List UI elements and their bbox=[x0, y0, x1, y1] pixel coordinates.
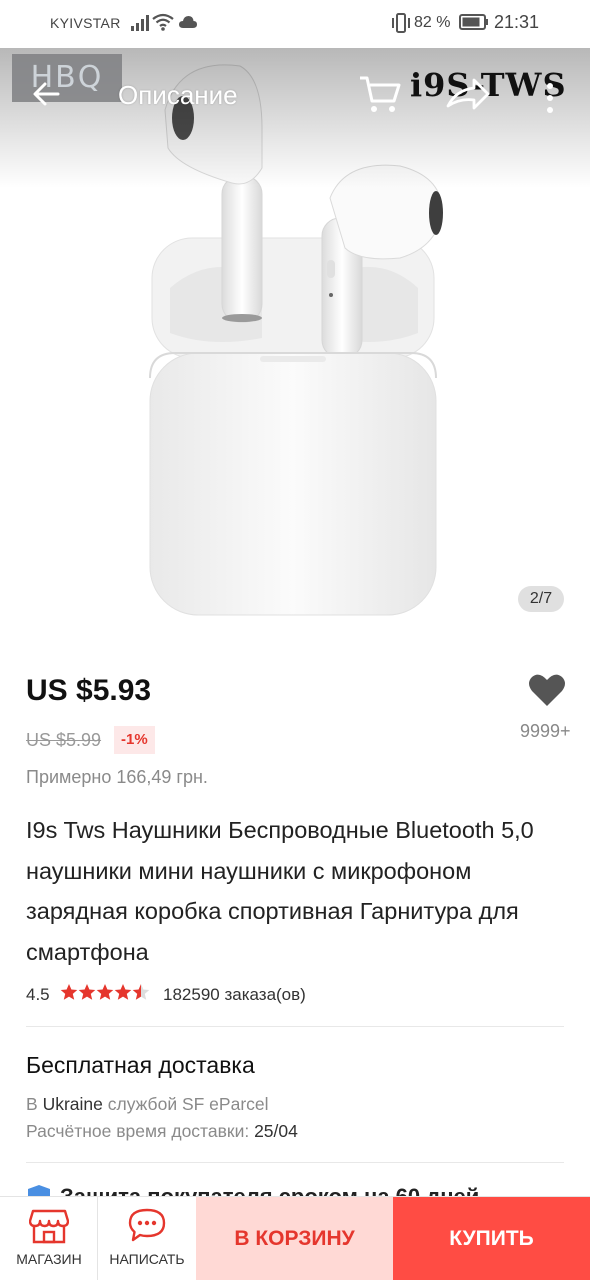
divider bbox=[26, 1162, 564, 1163]
star-icon bbox=[60, 984, 78, 1000]
cloud-icon bbox=[178, 14, 198, 34]
vibrate-icon bbox=[390, 12, 412, 38]
delivery-country: Ukraine bbox=[42, 1094, 103, 1114]
rating-stars bbox=[60, 983, 150, 1008]
store-button[interactable]: МАГАЗИН bbox=[0, 1197, 98, 1280]
store-icon bbox=[28, 1207, 70, 1245]
delivery-service: службой SF eParcel bbox=[107, 1094, 269, 1114]
delivery-estimate-label: Расчётное время доставки: bbox=[26, 1121, 250, 1141]
carrier-name: KYIVSTAR bbox=[50, 15, 121, 31]
delivery-method: В Ukraine службой SF eParcel bbox=[26, 1094, 269, 1115]
store-label: МАГАЗИН bbox=[16, 1251, 82, 1267]
rating-value: 4.5 bbox=[26, 985, 50, 1004]
bottom-action-bar: МАГАЗИН НАПИСАТЬ В КОРЗИНУ КУПИТЬ bbox=[0, 1196, 590, 1280]
heart-icon bbox=[529, 674, 565, 706]
chat-button[interactable]: НАПИСАТЬ bbox=[98, 1197, 196, 1280]
back-button[interactable] bbox=[28, 76, 64, 112]
cart-button[interactable] bbox=[358, 74, 402, 116]
price: US $5.93 bbox=[26, 674, 152, 707]
battery-percent: 82 % bbox=[414, 14, 451, 31]
delivery-title[interactable]: Бесплатная доставка bbox=[26, 1052, 255, 1079]
discount-badge: -1% bbox=[114, 726, 155, 754]
divider bbox=[26, 1026, 564, 1027]
delivery-estimate: Расчётное время доставки: 25/04 bbox=[26, 1121, 298, 1142]
page-indicator: 2/7 bbox=[518, 586, 564, 612]
share-button[interactable] bbox=[446, 76, 490, 116]
buy-now-button[interactable]: КУПИТЬ bbox=[393, 1197, 590, 1280]
delivery-prefix: В bbox=[26, 1094, 38, 1114]
wishlist-count: 9999+ bbox=[520, 721, 571, 741]
chat-icon bbox=[127, 1207, 167, 1245]
battery-icon bbox=[459, 14, 489, 34]
more-icon bbox=[547, 83, 553, 113]
wishlist-button[interactable] bbox=[528, 672, 566, 708]
clock: 21:31 bbox=[494, 12, 540, 32]
approx-price: Примерно 166,49 грн. bbox=[26, 767, 208, 787]
product-gallery[interactable]: HBQ i9S-TWS Описание 2/7 bbox=[0, 48, 590, 638]
add-to-cart-button[interactable]: В КОРЗИНУ bbox=[196, 1197, 393, 1280]
delivery-date: 25/04 bbox=[254, 1121, 298, 1141]
back-arrow-icon bbox=[33, 82, 60, 106]
status-bar: KYIVSTAR 82 % 21:31 bbox=[0, 0, 590, 48]
product-title: I9s Tws Наушники Беспроводные Bluetooth … bbox=[26, 817, 534, 965]
orders-count: 182590 заказа(ов) bbox=[163, 985, 306, 1004]
chat-label: НАПИСАТЬ bbox=[109, 1251, 185, 1267]
cart-icon bbox=[360, 76, 401, 112]
signal-icon bbox=[130, 14, 150, 36]
share-icon bbox=[446, 78, 490, 110]
old-price: US $5.99 bbox=[26, 730, 102, 750]
screen-title: Описание bbox=[118, 80, 238, 110]
wifi-icon bbox=[152, 12, 174, 36]
more-button[interactable] bbox=[538, 78, 562, 118]
